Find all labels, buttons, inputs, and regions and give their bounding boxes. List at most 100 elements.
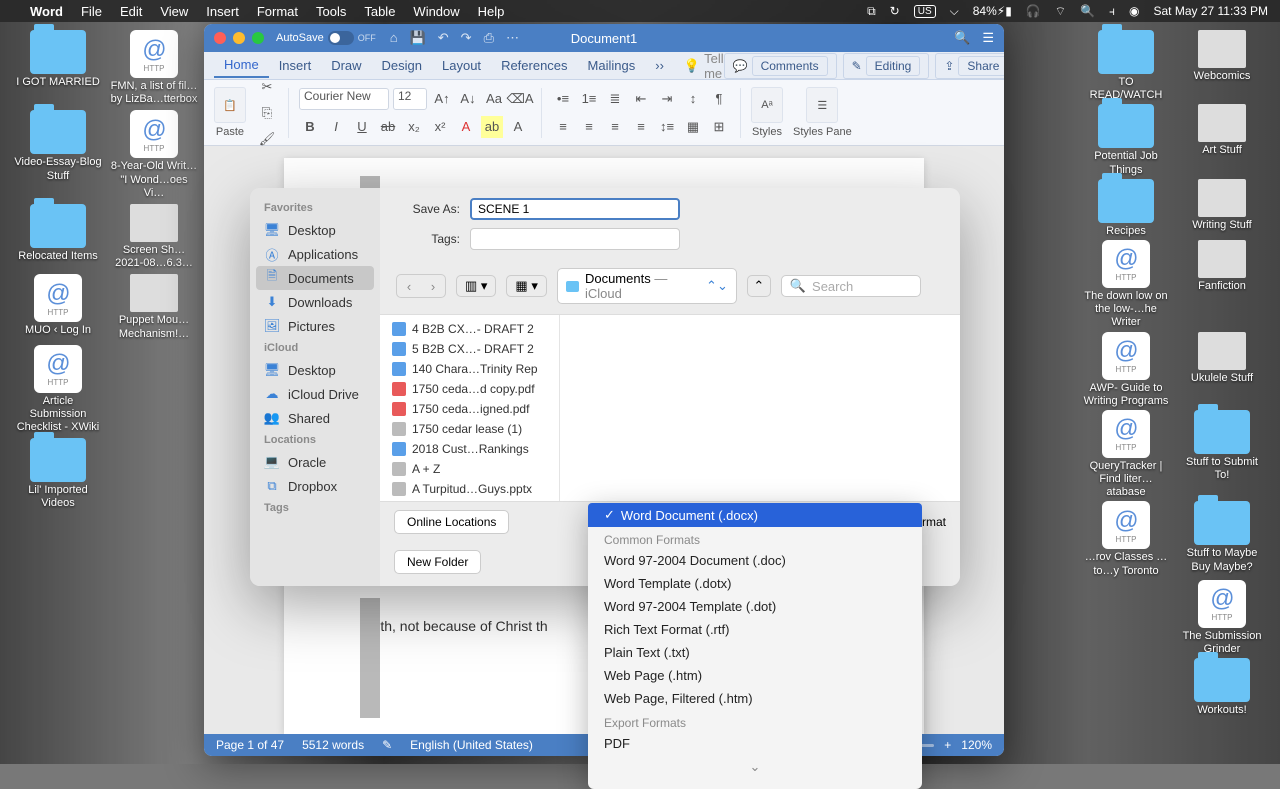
shading-icon[interactable]: ▦ xyxy=(682,116,704,138)
multilevel-icon[interactable]: ≣ xyxy=(604,88,626,110)
file-item[interactable]: 4 B2B CX…- DRAFT 2 xyxy=(380,319,559,339)
indent-dec-icon[interactable]: ⇤ xyxy=(630,88,652,110)
dropbox-icon[interactable]: ⧉ xyxy=(867,4,876,19)
font-color-icon[interactable]: A xyxy=(455,116,477,138)
format-item-htm[interactable]: Web Page (.htm) xyxy=(588,664,922,687)
desktop-icon[interactable]: Video-Essay-Blog Stuff xyxy=(14,110,102,200)
app-menu[interactable]: Word xyxy=(30,4,63,19)
desktop-icon[interactable]: @HTTPThe down low on the low-…he Writer xyxy=(1082,240,1170,330)
share-menu-icon[interactable]: ☰ xyxy=(982,30,994,46)
search-doc-icon[interactable]: 🔍 xyxy=(954,30,970,46)
file-column[interactable]: 4 B2B CX…- DRAFT 25 B2B CX…- DRAFT 2140 … xyxy=(380,315,560,501)
menu-tools[interactable]: Tools xyxy=(316,4,346,19)
file-item[interactable]: Adam's S…Wedding!!!! xyxy=(380,499,559,501)
file-item[interactable]: 2018 Cust…Rankings xyxy=(380,439,559,459)
menu-view[interactable]: View xyxy=(160,4,188,19)
desktop-icon[interactable]: Webcomics xyxy=(1178,30,1266,102)
sidebar-item-documents[interactable]: 🗎Documents xyxy=(256,266,374,290)
siri-icon[interactable]: ◉ xyxy=(1129,4,1139,18)
sidebar-item-applications[interactable]: ⒶApplications xyxy=(250,242,380,266)
desktop-icon[interactable]: Stuff to Submit To! xyxy=(1178,410,1266,500)
more-icon[interactable]: ⋯ xyxy=(506,30,519,46)
headphones-icon[interactable]: 🎧 xyxy=(1026,4,1041,18)
desktop-icon[interactable]: Art Stuff xyxy=(1178,104,1266,176)
view-mode-grid[interactable]: ▦ ▾ xyxy=(506,275,546,297)
bluetooth-icon[interactable]: ⌵ xyxy=(950,4,959,19)
comments-button[interactable]: 💬 Comments xyxy=(724,53,837,79)
sidebar-item-pictures[interactable]: 🖼Pictures xyxy=(250,314,380,338)
tags-input[interactable] xyxy=(470,228,680,250)
spotlight-icon[interactable]: 🔍 xyxy=(1080,4,1095,18)
zoom-level[interactable]: 120% xyxy=(961,738,992,752)
subscript-icon[interactable]: x₂ xyxy=(403,116,425,138)
styles-button[interactable]: Aᵃ xyxy=(751,87,783,123)
redo-icon[interactable]: ↷ xyxy=(461,30,472,46)
search-field[interactable]: 🔍 Search xyxy=(781,275,921,297)
wifi-icon[interactable]: ⌔ xyxy=(1055,4,1066,19)
timemachine-icon[interactable]: ↻ xyxy=(890,4,900,18)
clock[interactable]: Sat May 27 11:33 PM xyxy=(1153,4,1268,18)
desktop-icon[interactable]: Recipes xyxy=(1082,179,1170,238)
align-left-icon[interactable]: ≡ xyxy=(552,116,574,138)
desktop-icon[interactable]: @HTTPArticle Submission Checklist - XWik… xyxy=(14,345,102,435)
desktop-icon[interactable]: Puppet Mou… Mechanism!… xyxy=(110,274,198,340)
highlight-icon[interactable]: ab xyxy=(481,116,503,138)
desktop-icon[interactable]: Writing Stuff xyxy=(1178,179,1266,238)
clear-format-icon[interactable]: ⌫A xyxy=(509,88,531,110)
desktop-icon[interactable]: @HTTPMUO ‹ Log In xyxy=(14,274,102,340)
tab-home[interactable]: Home xyxy=(214,53,269,78)
view-mode-columns[interactable]: ▥ ▾ xyxy=(456,275,496,297)
align-right-icon[interactable]: ≡ xyxy=(604,116,626,138)
zoom-in-icon[interactable]: + xyxy=(944,738,951,752)
format-item-docx[interactable]: ✓ Word Document (.docx) xyxy=(588,503,922,527)
file-item[interactable]: 1750 ceda…igned.pdf xyxy=(380,399,559,419)
desktop-icon[interactable]: I GOT MARRIED xyxy=(14,30,102,106)
home-icon[interactable]: ⌂ xyxy=(390,30,398,46)
cut-icon[interactable]: ✂ xyxy=(256,76,278,98)
sidebar-item-desktop[interactable]: 🖥Desktop xyxy=(250,218,380,242)
format-item-txt[interactable]: Plain Text (.txt) xyxy=(588,641,922,664)
numbering-icon[interactable]: 1≡ xyxy=(578,88,600,110)
paste-button[interactable]: 📋 xyxy=(214,87,246,123)
file-item[interactable]: 140 Chara…Trinity Rep xyxy=(380,359,559,379)
save-icon[interactable]: 💾 xyxy=(410,30,426,46)
desktop-icon[interactable]: Relocated Items xyxy=(14,204,102,270)
sidebar-item-shared[interactable]: 👥Shared xyxy=(250,406,380,430)
undo-icon[interactable]: ↶ xyxy=(438,30,449,46)
tab-insert[interactable]: Insert xyxy=(269,54,322,77)
format-item-doc[interactable]: Word 97-2004 Document (.doc) xyxy=(588,549,922,572)
menu-file[interactable]: File xyxy=(81,4,102,19)
share-button[interactable]: ⇪ Share xyxy=(935,53,1004,79)
desktop-icon[interactable]: @HTTPQueryTracker | Find liter…atabase xyxy=(1082,410,1170,500)
desktop-icon[interactable]: @HTTPThe Submission Grinder xyxy=(1178,580,1266,656)
bold-icon[interactable]: B xyxy=(299,116,321,138)
menu-table[interactable]: Table xyxy=(364,4,395,19)
format-item-pdf[interactable]: PDF xyxy=(588,732,922,755)
desktop-icon[interactable]: TO READ/WATCH xyxy=(1082,30,1170,102)
sort-icon[interactable]: ↕ xyxy=(682,88,704,110)
print-icon[interactable]: ⎙ xyxy=(484,30,494,46)
file-item[interactable]: 1750 ceda…d copy.pdf xyxy=(380,379,559,399)
format-menu-more-icon[interactable]: ⌄ xyxy=(588,755,922,775)
grow-font-icon[interactable]: A↑ xyxy=(431,88,453,110)
desktop-icon[interactable]: @HTTP…rov Classes …to…y Toronto xyxy=(1082,501,1170,577)
online-locations-button[interactable]: Online Locations xyxy=(394,510,509,534)
desktop-icon[interactable]: Screen Sh… 2021-08…6.3… xyxy=(110,204,198,270)
autosave-toggle[interactable]: AutoSave OFF xyxy=(276,31,376,45)
desktop-icon[interactable]: @HTTPFMN, a list of fil… by LizBa…tterbo… xyxy=(110,30,198,106)
tab-mailings[interactable]: Mailings xyxy=(578,54,646,77)
sidebar-item-icloud-desktop[interactable]: 🖥Desktop xyxy=(250,358,380,382)
tab-design[interactable]: Design xyxy=(372,54,432,77)
menu-edit[interactable]: Edit xyxy=(120,4,142,19)
save-as-input[interactable] xyxy=(470,198,680,220)
styles-pane-button[interactable]: ☰ xyxy=(806,87,838,123)
input-source[interactable]: US xyxy=(914,5,936,18)
tab-layout[interactable]: Layout xyxy=(432,54,491,77)
justify-icon[interactable]: ≡ xyxy=(630,116,652,138)
desktop-icon[interactable]: @HTTP8-Year-Old Writ… "I Wond…oes Vi… xyxy=(110,110,198,200)
page-status[interactable]: Page 1 of 47 xyxy=(216,738,284,752)
desktop-icon[interactable]: Fanfiction xyxy=(1178,240,1266,330)
nav-back-forward[interactable]: ‹› xyxy=(396,274,446,298)
language-status[interactable]: English (United States) xyxy=(410,738,533,752)
underline-icon[interactable]: U xyxy=(351,116,373,138)
